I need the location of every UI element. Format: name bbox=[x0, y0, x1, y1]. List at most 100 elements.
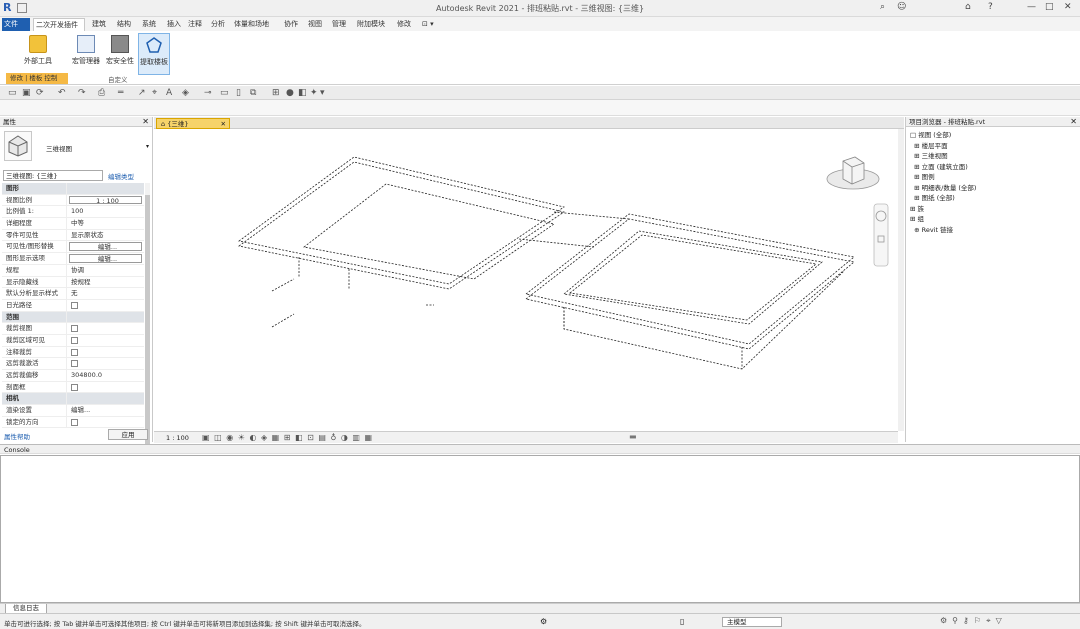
tab-systems[interactable]: 系统 bbox=[140, 18, 158, 31]
ribbon-options-icon[interactable]: ⊡ ▾ bbox=[420, 18, 436, 31]
property-checkbox[interactable] bbox=[67, 300, 144, 311]
close-hidden-icon[interactable]: ▯ bbox=[236, 88, 241, 98]
checkbox[interactable] bbox=[71, 418, 78, 426]
property-checkbox[interactable] bbox=[67, 382, 144, 393]
close-icon[interactable]: ✕ bbox=[142, 117, 149, 127]
apply-button[interactable]: 应用 bbox=[108, 429, 148, 440]
redo-icon[interactable]: ↷ bbox=[78, 88, 86, 98]
checkbox[interactable] bbox=[71, 301, 78, 309]
browser-node[interactable]: □ 视图 (全部) bbox=[910, 130, 976, 141]
thin-lines-icon[interactable]: ▭ bbox=[220, 88, 229, 98]
section-icon[interactable]: ⊸ bbox=[204, 88, 212, 98]
text-icon[interactable]: A bbox=[166, 88, 172, 98]
browser-node[interactable]: ⊞ 明细表/数量 (全部) bbox=[910, 183, 976, 194]
tab-3d-view[interactable]: ⌂ {三维} ✕ bbox=[156, 118, 230, 129]
tab-dev-plugins[interactable]: 二次开发插件 bbox=[33, 18, 85, 31]
user-icon[interactable]: ☺ bbox=[897, 2, 906, 12]
tab-modify[interactable]: 修改 bbox=[395, 18, 413, 31]
edit-type-button[interactable]: 编辑类型 bbox=[108, 171, 134, 181]
tab-insert[interactable]: 插入 bbox=[165, 18, 183, 31]
dimension-icon[interactable]: ↗ bbox=[138, 88, 146, 98]
property-value[interactable]: 按规程 bbox=[67, 277, 144, 288]
property-value[interactable]: 1 : 100 bbox=[69, 195, 142, 205]
tab-analyze[interactable]: 分析 bbox=[209, 18, 227, 31]
close-button[interactable]: ✕ bbox=[1064, 2, 1072, 12]
tab-structure[interactable]: 结构 bbox=[115, 18, 133, 31]
instance-selector[interactable]: 三维视图: {三维} bbox=[3, 170, 103, 181]
property-group[interactable]: 相机 bbox=[2, 393, 144, 406]
property-value[interactable]: 编辑... bbox=[69, 242, 142, 252]
property-checkbox[interactable] bbox=[67, 323, 144, 334]
macro-manager-button[interactable]: 宏管理器 bbox=[70, 33, 102, 75]
checkbox[interactable] bbox=[71, 325, 78, 333]
customize-qat-icon[interactable]: ▾ bbox=[320, 88, 325, 98]
browser-node[interactable]: ⊞ 族 bbox=[910, 204, 976, 215]
selection-filter-icons[interactable]: ⚙⚲⚷⚐⌖▽ bbox=[940, 616, 1007, 626]
drawing-canvas[interactable] bbox=[154, 129, 898, 431]
3d-view-icon[interactable]: ◈ bbox=[182, 88, 189, 98]
property-value[interactable]: 协调 bbox=[67, 265, 144, 276]
tab-massing[interactable]: 体量和场地 bbox=[232, 18, 271, 31]
property-checkbox[interactable] bbox=[67, 347, 144, 358]
globe-icon[interactable]: ● bbox=[286, 88, 294, 98]
properties-help-link[interactable]: 属性帮助 bbox=[4, 431, 30, 441]
macro-security-button[interactable]: 宏安全性 bbox=[103, 33, 137, 75]
tab-addins[interactable]: 附加模块 bbox=[355, 18, 387, 31]
external-tools-button[interactable]: 外部工具 bbox=[18, 33, 58, 75]
canvas-scrollbar[interactable] bbox=[898, 129, 904, 431]
browser-node[interactable]: ⊞ 图例 bbox=[910, 172, 976, 183]
browser-node[interactable]: ⊞ 立面 (建筑立面) bbox=[910, 162, 976, 173]
settings-icon[interactable]: ✦ bbox=[310, 88, 318, 98]
chevron-down-icon[interactable]: ▾ bbox=[146, 143, 149, 150]
cart-icon[interactable]: ⌂ bbox=[965, 2, 971, 12]
property-value[interactable]: 编辑... bbox=[69, 254, 142, 263]
worksets-icon[interactable]: ⚙ bbox=[540, 617, 547, 626]
browser-node[interactable]: ⊕ Revit 链接 bbox=[910, 225, 976, 236]
property-group[interactable]: 范围 bbox=[2, 311, 144, 324]
checkbox[interactable] bbox=[71, 383, 78, 391]
modify-panel-label[interactable]: 修改 | 楼板 控制 bbox=[6, 73, 68, 84]
browser-node[interactable]: ⊞ 组 bbox=[910, 214, 976, 225]
view-controls-icons[interactable]: ▣ ◫ ◉ ☀ ◐ ◈ ▦ ⊞ ◧ ⊡ ▤ ♁ ◑ ▥ ▦ bbox=[202, 433, 373, 442]
minimize-button[interactable]: — bbox=[1027, 2, 1036, 12]
browser-node[interactable]: ⊞ 楼层平面 bbox=[910, 141, 976, 152]
tab-annotate[interactable]: 注释 bbox=[186, 18, 204, 31]
property-value[interactable]: 中等 bbox=[67, 218, 144, 229]
property-value[interactable]: 显示原状态 bbox=[67, 230, 144, 241]
help-icon[interactable]: ? bbox=[988, 2, 993, 12]
print-icon[interactable]: ⎙ bbox=[98, 88, 105, 98]
extract-floor-button[interactable]: 提取楼板 bbox=[138, 33, 170, 75]
console-output[interactable] bbox=[0, 455, 1080, 603]
active-model-field[interactable]: 主模型 bbox=[722, 617, 782, 627]
switch-windows-icon[interactable]: ⧉ bbox=[250, 88, 256, 98]
tag-icon[interactable]: ⌖ bbox=[152, 88, 157, 98]
search-icon[interactable]: ⌕ bbox=[880, 2, 885, 12]
type-preview[interactable] bbox=[4, 131, 32, 161]
property-value[interactable]: 编辑... bbox=[67, 405, 144, 416]
checkbox[interactable] bbox=[71, 336, 78, 344]
maximize-button[interactable]: □ bbox=[1045, 2, 1054, 12]
tab-view[interactable]: 视图 bbox=[306, 18, 324, 31]
property-value[interactable]: 304800.0 bbox=[67, 370, 144, 381]
property-value[interactable]: 100 bbox=[67, 206, 144, 217]
property-checkbox[interactable] bbox=[67, 358, 144, 369]
sync-icon[interactable]: ⟳ bbox=[36, 88, 44, 98]
cube-icon[interactable]: ◧ bbox=[298, 88, 307, 98]
checkbox[interactable] bbox=[71, 360, 78, 368]
property-checkbox[interactable] bbox=[67, 417, 144, 428]
tab-file[interactable]: 文件 bbox=[2, 18, 30, 31]
property-value[interactable]: 无 bbox=[67, 288, 144, 299]
tab-architecture[interactable]: 建筑 bbox=[90, 18, 108, 31]
properties-scroll-thumb[interactable] bbox=[145, 195, 150, 445]
tab-manage[interactable]: 管理 bbox=[330, 18, 348, 31]
checkbox[interactable] bbox=[71, 348, 78, 356]
browser-node[interactable]: ⊞ 三维视图 bbox=[910, 151, 976, 162]
property-checkbox[interactable] bbox=[67, 335, 144, 346]
close-icon[interactable]: ✕ bbox=[1070, 117, 1077, 127]
browser-node[interactable]: ⊞ 图纸 (全部) bbox=[910, 193, 976, 204]
save-icon[interactable]: ▣ bbox=[22, 88, 31, 98]
open-file-icon[interactable]: ▭ bbox=[8, 88, 17, 98]
undo-icon[interactable]: ↶ bbox=[58, 88, 66, 98]
tab-collaborate[interactable]: 协作 bbox=[282, 18, 300, 31]
view-cube-icon[interactable]: ⊞ bbox=[272, 88, 280, 98]
